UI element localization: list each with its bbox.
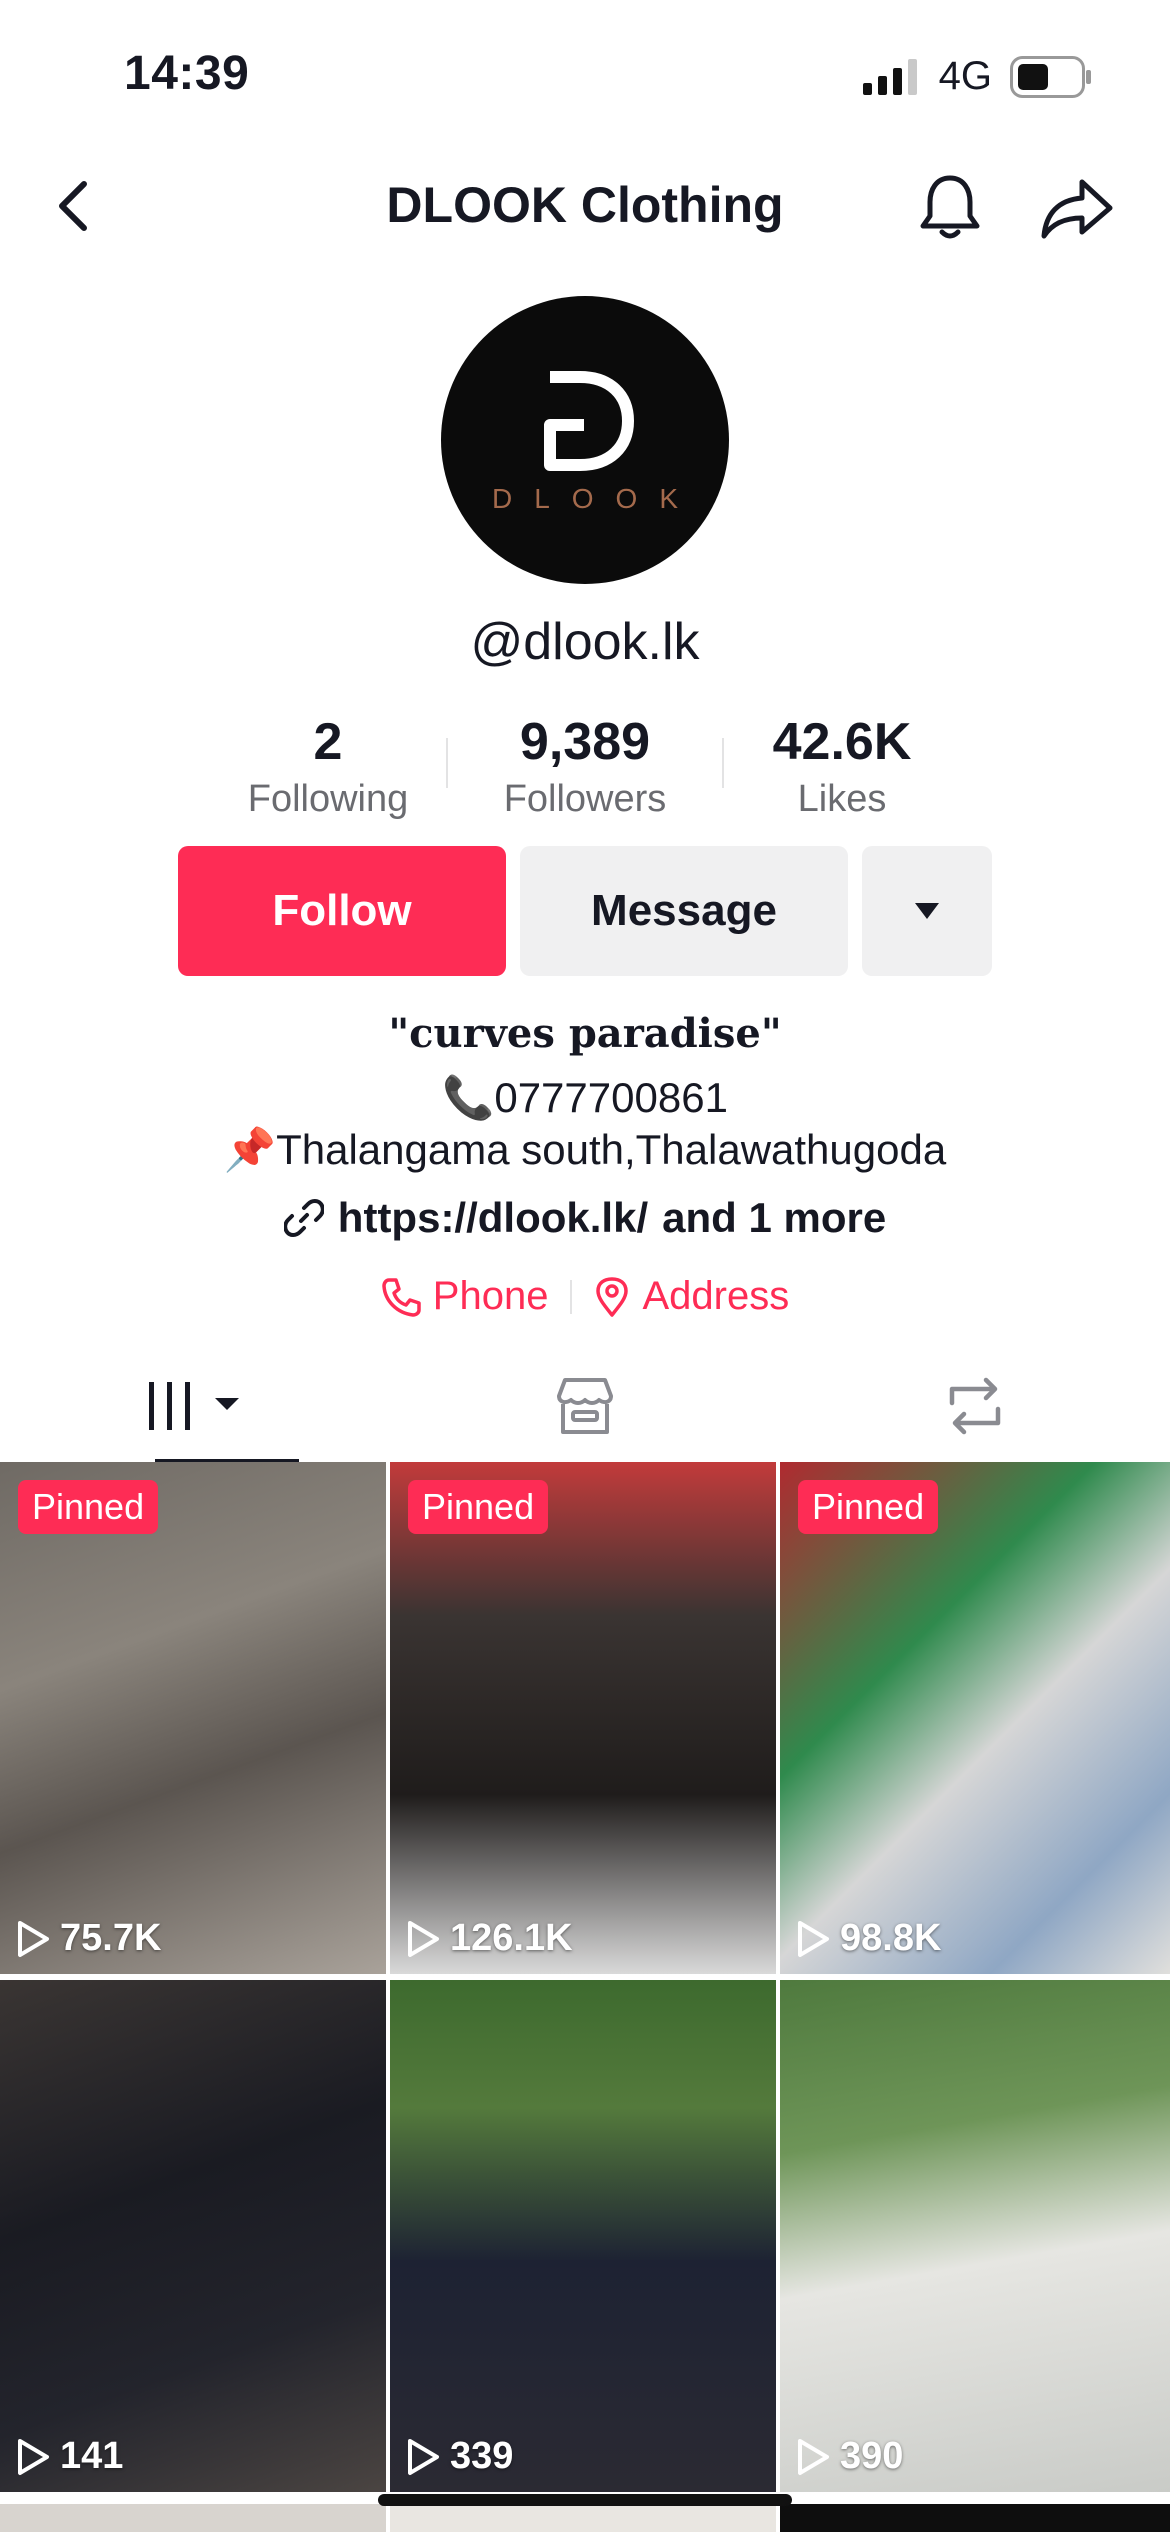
video-thumbnail[interactable]: 141 [0, 1980, 390, 2492]
caret-down-icon [915, 903, 939, 919]
view-count: 98.8K [796, 1917, 941, 1960]
battery-icon [1010, 55, 1091, 98]
shop-icon [557, 1378, 613, 1434]
bell-icon[interactable] [912, 168, 988, 244]
page-title: DLOOK Clothing [386, 177, 784, 233]
view-count: 339 [406, 2435, 513, 2478]
video-thumbnail[interactable]: 339 [390, 1980, 780, 2492]
stat-label: Likes [797, 778, 887, 820]
videos-grid-icon [149, 1382, 239, 1430]
link-icon [283, 1199, 324, 1237]
view-count-value: 126.1K [450, 1917, 573, 1959]
view-count: 141 [16, 2435, 123, 2478]
more-options-button[interactable] [862, 846, 992, 976]
video-thumbnail-peek [390, 2504, 776, 2532]
next-row-peek [0, 2504, 1170, 2532]
play-icon [18, 2438, 49, 2475]
avatar[interactable]: DLOOK [441, 296, 729, 584]
video-thumbnail-peek [780, 2504, 1170, 2532]
pinned-badge: Pinned [798, 1480, 939, 1534]
stat-divider [722, 738, 724, 788]
avatar-wordmark: DLOOK [491, 483, 701, 514]
play-icon [408, 1920, 439, 1957]
profile-handle: @dlook.lk [470, 613, 700, 671]
home-indicator [378, 2494, 792, 2506]
bio-title: "curves paradise" [388, 1010, 782, 1057]
stat-value: 9,389 [519, 713, 651, 771]
video-thumbnail-peek [0, 2504, 386, 2532]
bio-phone: 📞0777700861 [442, 1074, 728, 1121]
stat-value: 42.6K [772, 713, 912, 771]
video-grid: Pinned 75.7K Pinned 126.1K Pinned 98.8K … [0, 1462, 1170, 2492]
view-count-value: 75.7K [60, 1917, 162, 1959]
stat-label: Following [247, 778, 409, 820]
bio-link[interactable]: https://dlook.lk/ [338, 1194, 648, 1242]
phone-contact[interactable]: Phone [381, 1274, 549, 1319]
contact-row: Phone Address [0, 1274, 1170, 1319]
view-count: 126.1K [406, 1917, 573, 1960]
video-thumbnail[interactable]: Pinned 98.8K [780, 1462, 1170, 1974]
tab-reposts[interactable] [780, 1350, 1170, 1462]
address-contact-label: Address [642, 1274, 790, 1318]
share-icon[interactable] [1038, 170, 1118, 246]
status-indicators: 4G [862, 54, 1092, 99]
stat-value: 2 [313, 713, 343, 771]
repost-icon [949, 1377, 1001, 1435]
play-icon [798, 1920, 829, 1957]
video-thumbnail[interactable]: Pinned 75.7K [0, 1462, 390, 1974]
video-thumbnail[interactable]: 390 [780, 1980, 1170, 2492]
bio-link-row[interactable]: https://dlook.lk/ and 1 more [0, 1194, 1170, 1242]
signal-icon [862, 58, 917, 95]
stat-following[interactable]: 2 Following [200, 712, 456, 821]
stat-likes[interactable]: 42.6K Likes [714, 712, 970, 821]
tab-videos[interactable] [0, 1350, 390, 1464]
bio-address: 📌Thalangama south,Thalawathugoda [223, 1126, 947, 1173]
play-icon [18, 1920, 49, 1957]
network-label: 4G [938, 54, 992, 98]
profile-tabs [0, 1350, 1170, 1464]
view-count: 75.7K [16, 1917, 161, 1960]
phone-icon [382, 1277, 421, 1317]
tab-shop[interactable] [390, 1350, 780, 1462]
video-thumbnail[interactable]: Pinned 126.1K [390, 1462, 780, 1974]
stat-followers[interactable]: 9,389 Followers [457, 712, 713, 821]
follow-button[interactable]: Follow [178, 846, 506, 976]
phone-contact-label: Phone [432, 1274, 549, 1318]
pinned-badge: Pinned [18, 1480, 159, 1534]
contact-divider [570, 1279, 573, 1314]
stat-label: Followers [503, 778, 667, 820]
address-contact[interactable]: Address [594, 1274, 789, 1319]
pinned-badge: Pinned [408, 1480, 549, 1534]
stat-divider [446, 738, 448, 788]
status-time: 14:39 [124, 47, 250, 100]
view-count-value: 98.8K [840, 1917, 942, 1959]
location-pin-icon [596, 1276, 629, 1317]
stats-row: 2 Following 9,389 Followers 42.6K Likes [200, 712, 970, 821]
view-count-value: 339 [450, 2435, 514, 2477]
dlook-logo-icon [544, 371, 634, 471]
play-icon [798, 2438, 829, 2475]
view-count-value: 141 [60, 2435, 124, 2477]
view-count: 390 [796, 2435, 903, 2478]
bio-link-more[interactable]: and 1 more [662, 1194, 886, 1242]
message-button[interactable]: Message [520, 846, 848, 976]
play-icon [408, 2438, 439, 2475]
view-count-value: 390 [840, 2435, 904, 2477]
